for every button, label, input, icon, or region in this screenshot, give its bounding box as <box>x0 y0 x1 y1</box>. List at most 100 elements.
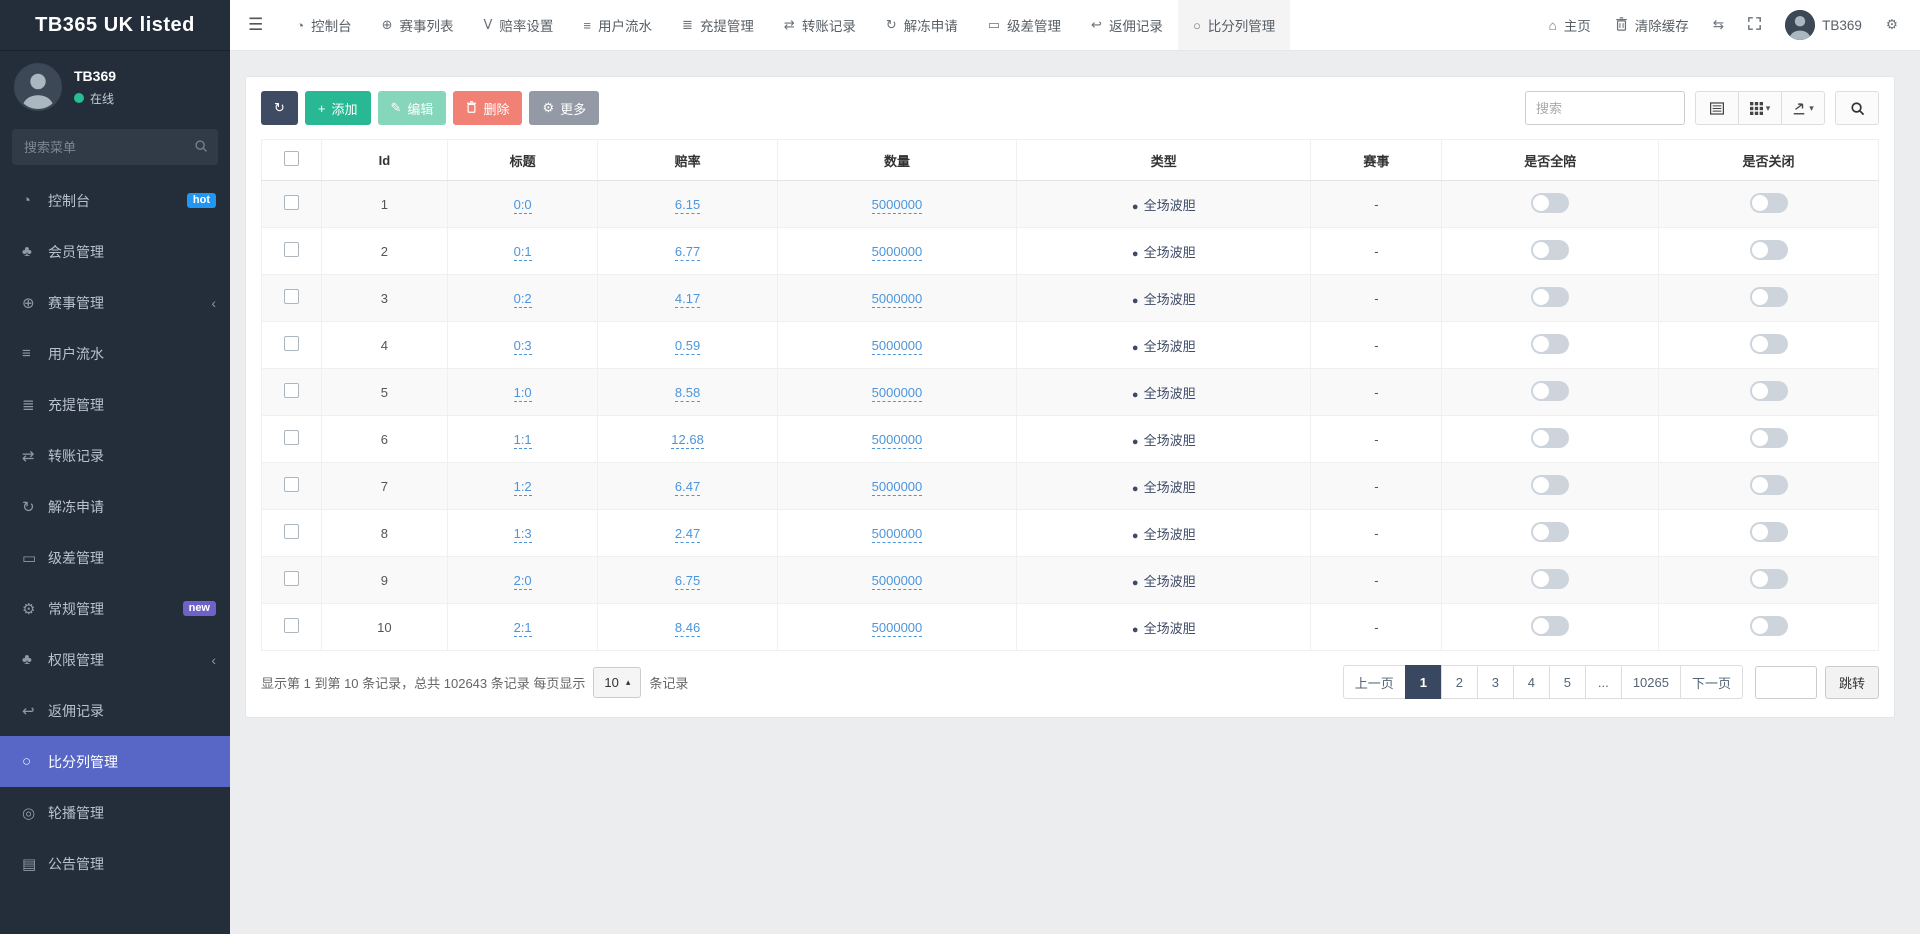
row-checkbox[interactable] <box>284 618 299 633</box>
tab-userflow[interactable]: ≡ 用户流水 <box>568 0 667 50</box>
sidebar-item-general[interactable]: ⚙ 常规管理 new <box>0 583 230 634</box>
row-checkbox[interactable] <box>284 477 299 492</box>
toggle-closed[interactable] <box>1750 193 1788 213</box>
title-link[interactable]: 2:0 <box>514 573 532 590</box>
export-button[interactable]: ▾ <box>1781 91 1825 125</box>
odds-link[interactable]: 12.68 <box>671 432 704 449</box>
toggle-closed[interactable] <box>1750 616 1788 636</box>
toggle-full-comp[interactable] <box>1531 569 1569 589</box>
toggle-closed[interactable] <box>1750 522 1788 542</box>
title-link[interactable]: 0:3 <box>514 338 532 355</box>
title-link[interactable]: 0:0 <box>514 197 532 214</box>
delete-button[interactable]: 删除 <box>453 91 522 125</box>
tab-transfer[interactable]: ⇄ 转账记录 <box>769 0 871 50</box>
prev-page-button[interactable]: 上一页 <box>1343 665 1406 699</box>
quantity-link[interactable]: 5000000 <box>872 526 923 543</box>
odds-link[interactable]: 6.77 <box>675 244 700 261</box>
toggle-full-comp[interactable] <box>1531 381 1569 401</box>
quantity-link[interactable]: 5000000 <box>872 338 923 355</box>
user-avatar[interactable] <box>14 63 62 111</box>
toggle-full-comp[interactable] <box>1531 522 1569 542</box>
sidebar-item-userflow[interactable]: ≡ 用户流水 <box>0 328 230 379</box>
menu-search-input[interactable] <box>12 129 218 165</box>
sidebar-item-match[interactable]: ⊕ 赛事管理 ‹ <box>0 277 230 328</box>
detail-view-button[interactable] <box>1695 91 1739 125</box>
title-link[interactable]: 0:2 <box>514 291 532 308</box>
toggle-full-comp[interactable] <box>1531 616 1569 636</box>
toggle-closed[interactable] <box>1750 569 1788 589</box>
toggle-full-comp[interactable] <box>1531 334 1569 354</box>
row-checkbox[interactable] <box>284 195 299 210</box>
quantity-link[interactable]: 5000000 <box>872 432 923 449</box>
table-search-input[interactable] <box>1525 91 1685 125</box>
page-button-last[interactable]: 10265 <box>1621 665 1681 699</box>
toggle-full-comp[interactable] <box>1531 475 1569 495</box>
title-link[interactable]: 1:2 <box>514 479 532 496</box>
sidebar-item-scorelist[interactable]: ○ 比分列管理 <box>0 736 230 787</box>
edit-button[interactable]: ✎ 编辑 <box>378 91 447 125</box>
toggle-full-comp[interactable] <box>1531 428 1569 448</box>
page-size-select[interactable]: 10 ▴ <box>593 667 641 698</box>
row-checkbox[interactable] <box>284 383 299 398</box>
title-link[interactable]: 1:0 <box>514 385 532 402</box>
toggle-closed[interactable] <box>1750 287 1788 307</box>
row-checkbox[interactable] <box>284 242 299 257</box>
odds-link[interactable]: 2.47 <box>675 526 700 543</box>
quantity-link[interactable]: 5000000 <box>872 385 923 402</box>
sidebar-item-members[interactable]: ♣ 会员管理 <box>0 226 230 277</box>
tab-odds[interactable]: Ⅴ 赔率设置 <box>469 0 569 50</box>
sidebar-item-level[interactable]: ▭ 级差管理 <box>0 532 230 583</box>
sidebar-item-deposit[interactable]: ≣ 充提管理 <box>0 379 230 430</box>
page-button-1[interactable]: 1 <box>1405 665 1442 699</box>
jump-button[interactable]: 跳转 <box>1825 666 1879 699</box>
odds-link[interactable]: 0.59 <box>675 338 700 355</box>
settings-button[interactable]: ⚙ <box>1886 17 1898 33</box>
sidebar-item-dashboard[interactable]: ◔ 控制台 hot <box>0 175 230 226</box>
row-checkbox[interactable] <box>284 336 299 351</box>
tab-rebate[interactable]: ↩ 返佣记录 <box>1076 0 1178 50</box>
add-button[interactable]: + 添加 <box>305 91 371 125</box>
toggle-full-comp[interactable] <box>1531 240 1569 260</box>
title-link[interactable]: 1:1 <box>514 432 532 449</box>
quantity-link[interactable]: 5000000 <box>872 244 923 261</box>
sidebar-item-unfreeze[interactable]: ↻ 解冻申请 <box>0 481 230 532</box>
title-link[interactable]: 2:1 <box>514 620 532 637</box>
row-checkbox[interactable] <box>284 289 299 304</box>
select-all-checkbox[interactable] <box>284 151 299 166</box>
sidebar-item-notice[interactable]: ▤ 公告管理 <box>0 838 230 889</box>
page-button-2[interactable]: 2 <box>1441 665 1478 699</box>
page-button-4[interactable]: 4 <box>1513 665 1550 699</box>
toggle-full-comp[interactable] <box>1531 193 1569 213</box>
tab-unfreeze[interactable]: ↻ 解冻申请 <box>871 0 973 50</box>
quantity-link[interactable]: 5000000 <box>872 197 923 214</box>
row-checkbox[interactable] <box>284 571 299 586</box>
odds-link[interactable]: 4.17 <box>675 291 700 308</box>
sidebar-item-rebate[interactable]: ↩ 返佣记录 <box>0 685 230 736</box>
tab-scorelist[interactable]: ○ 比分列管理 <box>1178 0 1290 50</box>
odds-link[interactable]: 6.75 <box>675 573 700 590</box>
sidebar-item-permission[interactable]: ♣ 权限管理 ‹ <box>0 634 230 685</box>
fullscreen-button[interactable] <box>1748 17 1761 33</box>
quantity-link[interactable]: 5000000 <box>872 479 923 496</box>
sidebar-item-carousel[interactable]: ◎ 轮播管理 <box>0 787 230 838</box>
next-page-button[interactable]: 下一页 <box>1680 665 1743 699</box>
toggle-closed[interactable] <box>1750 428 1788 448</box>
page-button-5[interactable]: 5 <box>1549 665 1586 699</box>
odds-link[interactable]: 8.46 <box>675 620 700 637</box>
toggle-closed[interactable] <box>1750 381 1788 401</box>
jump-page-input[interactable] <box>1755 666 1817 699</box>
odds-link[interactable]: 6.47 <box>675 479 700 496</box>
title-link[interactable]: 1:3 <box>514 526 532 543</box>
columns-button[interactable]: ▾ <box>1738 91 1782 125</box>
quantity-link[interactable]: 5000000 <box>872 291 923 308</box>
refresh-button[interactable]: ↻ <box>261 91 298 125</box>
row-checkbox[interactable] <box>284 430 299 445</box>
reload-tab-button[interactable]: ⇆ <box>1713 17 1724 33</box>
toggle-full-comp[interactable] <box>1531 287 1569 307</box>
search-button[interactable] <box>1835 91 1879 125</box>
toggle-closed[interactable] <box>1750 334 1788 354</box>
tab-level[interactable]: ▭ 级差管理 <box>973 0 1076 50</box>
page-button-3[interactable]: 3 <box>1477 665 1514 699</box>
row-checkbox[interactable] <box>284 524 299 539</box>
quantity-link[interactable]: 5000000 <box>872 573 923 590</box>
